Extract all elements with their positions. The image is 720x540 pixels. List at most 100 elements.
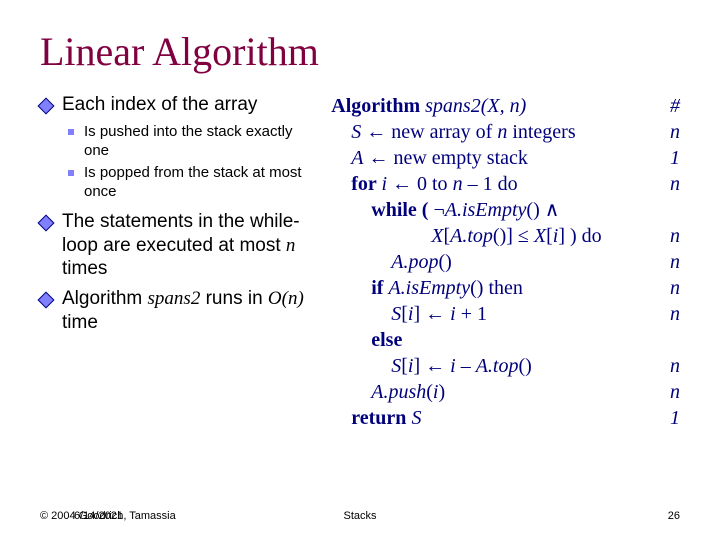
alg-line-4: for i ← 0 to n – 1 don [331,171,680,197]
bullet-1b: Is popped from the stack at most once [68,164,311,202]
text: – 1 do [463,173,518,195]
count: # [664,93,680,119]
indent [331,407,351,429]
text: ← 0 to [387,173,453,195]
kw: Algorithm [331,95,425,117]
indent [331,147,351,169]
count: n [664,379,680,405]
indent [331,251,391,273]
var: S [391,355,401,377]
big-o: O(n) [268,288,304,309]
text: ] ) do [558,225,601,247]
diamond-icon [38,98,55,115]
call: A.isEmpty [445,199,527,221]
bullet-1-text: Each index of the array [62,93,311,117]
footer: © 2004 Goodrich, Tamassia 6/14/2021 Stac… [0,510,720,522]
text: ()] ≤ [493,225,534,247]
call: A.top [450,225,493,247]
alg-line-6: X[A.top()] ≤ X[i] ) don [331,223,680,249]
count: n [664,119,680,145]
date-overlay: 6/14/2021 [74,510,123,522]
indent [331,329,371,351]
left-column: Each index of the array Is pushed into t… [40,93,311,431]
text: [ [546,225,553,247]
alg-line-2: S ← new array of n integersn [331,119,680,145]
indent [331,355,391,377]
text: time [62,312,98,333]
indent [331,381,371,403]
alg-line-7: A.pop()n [331,249,680,275]
bullet-1: Each index of the array [40,93,311,117]
spans2: spans2 [148,288,201,309]
bullet-2: The statements in the while-loop are exe… [40,210,311,281]
alg-line-1: Algorithm spans2(X, n)# [331,93,680,119]
text: runs in [200,288,268,309]
text: The statements in the while-loop are exe… [62,211,300,256]
count: n [664,171,680,197]
footer-center: Stacks [343,510,376,522]
text: integers [507,121,575,143]
indent [331,277,371,299]
call: A.push [371,381,426,403]
indent [331,121,351,143]
kw: else [371,329,402,351]
count: n [664,353,680,379]
alg-line-8: if A.isEmpty() thenn [331,275,680,301]
diamond-icon [38,214,55,231]
bullet-3-text: Algorithm spans2 runs in O(n) time [62,287,311,335]
alg-line-3: A ← new empty stack 1 [331,145,680,171]
text: Algorithm [62,288,148,309]
call: A.pop [391,251,438,273]
text: – [456,355,476,377]
text: ) [438,381,445,403]
alg-line-11: S[i] ← i – A.top()n [331,353,680,379]
text: () [438,251,451,273]
text: times [62,258,107,279]
op: ¬ [433,199,444,221]
count: n [664,275,680,301]
var: X [431,225,443,247]
var: S [391,303,401,325]
footer-left: © 2004 Goodrich, Tamassia 6/14/2021 [40,510,176,522]
square-icon [68,129,74,135]
square-icon [68,170,74,176]
text: + 1 [456,303,487,325]
indent [331,225,431,247]
text: ] ← [413,303,450,325]
diamond-icon [38,292,55,309]
call: A.isEmpty [388,277,470,299]
var: S [411,407,421,429]
bullet-1a: Is pushed into the stack exactly one [68,123,311,161]
count: 1 [664,405,680,431]
indent [331,303,391,325]
bullet-2-text: The statements in the while-loop are exe… [62,210,311,281]
kw: if [371,277,388,299]
text: () ∧ [526,199,559,221]
bullet-3: Algorithm spans2 runs in O(n) time [40,287,311,335]
call: A.top [476,355,519,377]
kw: for [351,173,381,195]
count: 1 [664,145,680,171]
text: ← new array of [361,121,497,143]
algorithm-block: Algorithm spans2(X, n)# S ← new array of… [331,93,680,431]
indent [331,199,371,221]
text: () [519,355,532,377]
text: ( [426,381,433,403]
bullet-1b-text: Is popped from the stack at most once [84,164,311,202]
alg-line-13: return S 1 [331,405,680,431]
var: X [534,225,546,247]
var: S [351,121,361,143]
columns: Each index of the array Is pushed into t… [40,93,680,431]
slide-title: Linear Algorithm [40,28,680,75]
text: [ [401,303,408,325]
text: ] ← [413,355,450,377]
var: A [351,147,363,169]
kw: return [351,407,411,429]
alg-line-5: while ( ¬A.isEmpty() ∧ [331,197,680,223]
text: ← new empty stack [363,147,527,169]
footer-right: 26 [668,510,680,522]
count: n [664,223,680,249]
n-var: n [286,235,296,256]
slide: Linear Algorithm Each index of the array… [0,0,720,540]
indent [331,173,351,195]
